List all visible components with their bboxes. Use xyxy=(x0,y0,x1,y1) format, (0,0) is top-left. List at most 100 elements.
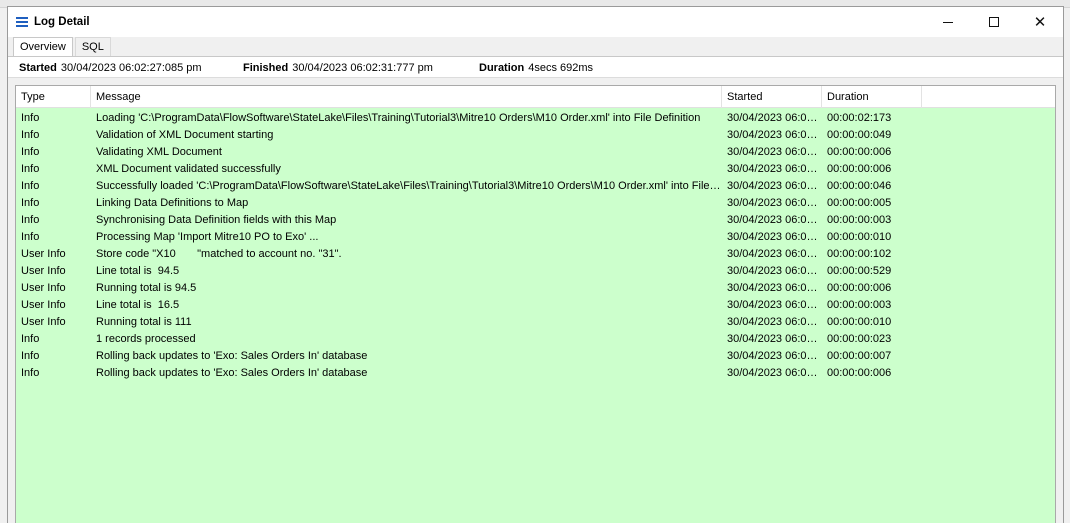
finished-value: 30/04/2023 06:02:31:777 pm xyxy=(292,62,433,74)
cell-started: 30/04/2023 06:02:27:085 pm xyxy=(727,111,822,124)
close-button[interactable]: ✕ xyxy=(1017,7,1063,37)
cell-message: Successfully loaded 'C:\ProgramData\Flow… xyxy=(96,179,722,192)
table-row[interactable]: Info XML Document validated successfully… xyxy=(16,160,1055,177)
table-row[interactable]: Info Rolling back updates to 'Exo: Sales… xyxy=(16,347,1055,364)
started-value: 30/04/2023 06:02:27:085 pm xyxy=(60,62,202,74)
cell-duration: 00:00:00:529 xyxy=(827,264,892,277)
duration-summary: Duration 4secs 692ms xyxy=(479,57,593,79)
table-row[interactable]: User Info Line total is 94.5 30/04/2023 … xyxy=(16,262,1055,279)
log-detail-window: Log Detail ✕ Overview SQL Started 30/04/… xyxy=(7,6,1064,523)
cell-duration: 00:00:00:010 xyxy=(827,230,892,243)
cell-message: 1 records processed xyxy=(96,332,196,345)
cell-message: Rolling back updates to 'Exo: Sales Orde… xyxy=(96,366,368,379)
cell-type: Info xyxy=(21,145,40,158)
cell-type: Info xyxy=(21,332,40,345)
cell-started: 30/04/2023 06:02:30:063 pm xyxy=(727,366,822,379)
table-row[interactable]: Info Successfully loaded 'C:\ProgramData… xyxy=(16,177,1055,194)
cell-message: Validating XML Document xyxy=(96,145,222,158)
cell-message: Validation of XML Document starting xyxy=(96,128,274,141)
cell-duration: 00:00:00:006 xyxy=(827,281,892,294)
cell-duration: 00:00:00:003 xyxy=(827,298,892,311)
title-bar[interactable]: Log Detail ✕ xyxy=(8,7,1063,37)
cell-type: User Info xyxy=(21,247,66,260)
table-row[interactable]: Info Loading 'C:\ProgramData\FlowSoftwar… xyxy=(16,109,1055,126)
cell-duration: 00:00:00:010 xyxy=(827,315,892,328)
cell-duration: 00:00:00:049 xyxy=(827,128,892,141)
finished-summary: Finished 30/04/2023 06:02:31:777 pm xyxy=(243,57,433,79)
maximize-icon xyxy=(989,17,999,27)
table-row[interactable]: Info Rolling back updates to 'Exo: Sales… xyxy=(16,364,1055,381)
cell-duration: 00:00:00:102 xyxy=(827,247,892,260)
column-header-message[interactable]: Message xyxy=(91,86,722,108)
cell-message: Line total is 16.5 xyxy=(96,298,180,311)
duration-label: Duration xyxy=(479,62,525,74)
table-row[interactable]: User Info Line total is 16.5 30/04/2023 … xyxy=(16,296,1055,313)
table-row[interactable]: Info Validation of XML Document starting… xyxy=(16,126,1055,143)
cell-duration: 00:00:00:006 xyxy=(827,145,892,158)
finished-label: Finished xyxy=(243,62,289,74)
cell-started: 30/04/2023 06:02:29:370 pm xyxy=(727,213,822,226)
cell-type: User Info xyxy=(21,298,66,311)
table-row[interactable]: User Info Running total is 94.5 30/04/20… xyxy=(16,279,1055,296)
summary-bar: Started 30/04/2023 06:02:27:085 pm Finis… xyxy=(8,56,1063,78)
cell-duration: 00:00:00:007 xyxy=(827,349,892,362)
tab-sql[interactable]: SQL xyxy=(74,37,111,56)
cell-started: 30/04/2023 06:02:29:373 pm xyxy=(727,230,822,243)
window-controls: ✕ xyxy=(925,7,1063,37)
cell-message: Rolling back updates to 'Exo: Sales Orde… xyxy=(96,349,368,362)
cell-duration: 00:00:00:003 xyxy=(827,213,892,226)
table-row[interactable]: Info Synchronising Data Definition field… xyxy=(16,211,1055,228)
duration-value: 4secs 692ms xyxy=(528,62,594,74)
cell-type: Info xyxy=(21,196,40,209)
cell-message: XML Document validated successfully xyxy=(96,162,281,175)
minimize-icon xyxy=(943,21,953,23)
minimize-button[interactable] xyxy=(925,7,971,37)
grid-header: Type Message Started Duration xyxy=(16,86,1055,108)
cell-type: Info xyxy=(21,230,40,243)
cell-type: Info xyxy=(21,111,40,124)
cell-started: 30/04/2023 06:02:30:056 pm xyxy=(727,349,822,362)
list-icon xyxy=(16,17,28,27)
cell-type: Info xyxy=(21,349,40,362)
cell-message: Loading 'C:\ProgramData\FlowSoftware\Sta… xyxy=(96,111,701,124)
cell-type: Info xyxy=(21,179,40,192)
cell-duration: 00:00:00:046 xyxy=(827,179,892,192)
cell-message: Processing Map 'Import Mitre10 PO to Exo… xyxy=(96,230,319,243)
started-summary: Started 30/04/2023 06:02:27:085 pm xyxy=(19,57,202,79)
tab-overview[interactable]: Overview xyxy=(13,37,73,56)
table-row[interactable]: Info 1 records processed 30/04/2023 06:0… xyxy=(16,330,1055,347)
cell-type: Info xyxy=(21,366,40,379)
cell-message: Linking Data Definitions to Map xyxy=(96,196,249,209)
cell-started: 30/04/2023 06:02:30:023 pm xyxy=(727,315,822,328)
table-row[interactable]: User Info Running total is 111 30/04/202… xyxy=(16,313,1055,330)
cell-duration: 00:00:00:023 xyxy=(827,332,892,345)
maximize-button[interactable] xyxy=(971,7,1017,37)
cell-started: 30/04/2023 06:02:29:307 pm xyxy=(727,145,822,158)
cell-started: 30/04/2023 06:02:29:383 pm xyxy=(727,247,822,260)
log-grid[interactable]: Type Message Started Duration Info Loadi… xyxy=(15,85,1056,523)
column-header-started[interactable]: Started xyxy=(722,86,822,108)
table-row[interactable]: Info Processing Map 'Import Mitre10 PO t… xyxy=(16,228,1055,245)
cell-message: Running total is 111 xyxy=(96,315,192,328)
table-row[interactable]: Info Linking Data Definitions to Map 30/… xyxy=(16,194,1055,211)
window-title: Log Detail xyxy=(34,16,90,28)
cell-type: Info xyxy=(21,128,40,141)
column-header-type[interactable]: Type xyxy=(16,86,91,108)
cell-started: 30/04/2023 06:02:29:313 pm xyxy=(727,162,822,175)
column-header-duration[interactable]: Duration xyxy=(822,86,922,108)
column-header-filler xyxy=(922,86,1055,108)
cell-type: Info xyxy=(21,162,40,175)
cell-message: Store code "X10 "matched to account no. … xyxy=(96,247,342,260)
cell-duration: 00:00:02:173 xyxy=(827,111,892,124)
started-label: Started xyxy=(19,62,57,74)
cell-started: 30/04/2023 06:02:29:319 pm xyxy=(727,179,822,192)
cell-started: 30/04/2023 06:02:30:033 pm xyxy=(727,332,822,345)
table-row[interactable]: User Info Store code "X10 "matched to ac… xyxy=(16,245,1055,262)
cell-started: 30/04/2023 06:02:29:258 pm xyxy=(727,128,822,141)
table-row[interactable]: Info Validating XML Document 30/04/2023 … xyxy=(16,143,1055,160)
cell-message: Running total is 94.5 xyxy=(96,281,197,294)
cell-type: User Info xyxy=(21,315,66,328)
cell-message: Synchronising Data Definition fields wit… xyxy=(96,213,337,226)
cell-type: User Info xyxy=(21,264,66,277)
cell-duration: 00:00:00:006 xyxy=(827,366,892,379)
